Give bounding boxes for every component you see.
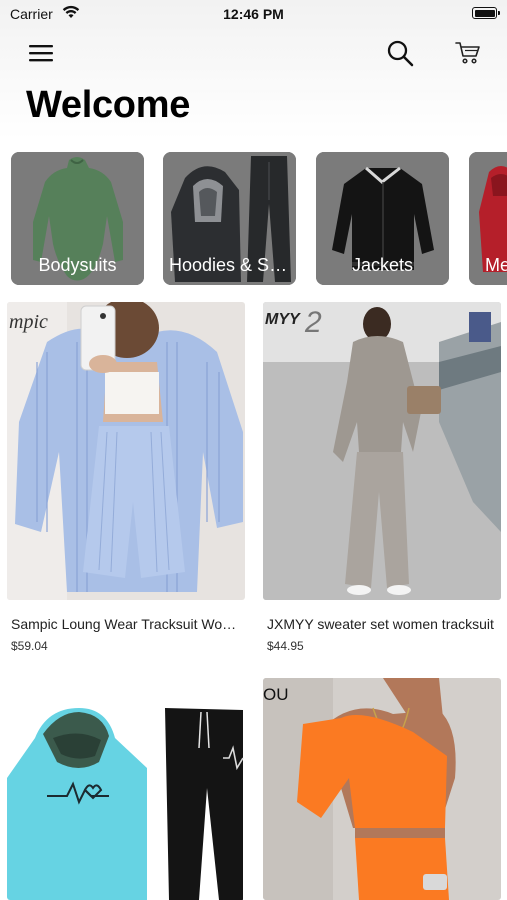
category-label: Jackets xyxy=(351,255,414,275)
product-image: OU xyxy=(263,678,501,900)
cart-icon xyxy=(455,42,480,64)
product-image: MYY 2 xyxy=(263,302,501,600)
status-time: 12:46 PM xyxy=(223,6,284,22)
search-icon xyxy=(387,40,414,67)
svg-text:OU: OU xyxy=(263,685,289,704)
category-card-hoodies[interactable]: Hoodies & Sweatshirts xyxy=(163,152,296,285)
page-title: Welcome xyxy=(26,84,191,126)
battery-icon xyxy=(472,7,500,19)
menu-button[interactable] xyxy=(26,40,56,66)
status-bar: Carrier 12:46 PM xyxy=(0,0,507,28)
cart-button[interactable] xyxy=(452,38,484,68)
search-button[interactable] xyxy=(383,37,417,69)
category-card-bodysuits[interactable]: Bodysuits xyxy=(11,152,144,285)
category-card-jackets[interactable]: Jackets xyxy=(316,152,449,285)
category-carousel[interactable]: Bodysuits Hoodies & Sweatshirts Jackets … xyxy=(0,152,507,286)
product-price: $59.04 xyxy=(11,639,48,653)
product-price: $44.95 xyxy=(267,639,304,653)
svg-text:MYY: MYY xyxy=(265,311,301,328)
category-label: Men xyxy=(485,255,507,275)
product-name: Sampic Loung Wear Tracksuit Women Shorts… xyxy=(11,616,241,632)
product-image: mpic xyxy=(7,302,245,600)
svg-text:mpic: mpic xyxy=(9,311,48,333)
category-card-men[interactable]: Men xyxy=(469,152,507,285)
product-name: JXMYY sweater set women tracksuit xyxy=(267,616,494,632)
category-label: Bodysuits xyxy=(38,255,117,275)
product-image xyxy=(7,678,245,900)
category-label: Hoodies & Sweatshirts xyxy=(169,255,296,275)
svg-text:2: 2 xyxy=(304,306,322,339)
hamburger-menu-icon xyxy=(29,45,53,62)
